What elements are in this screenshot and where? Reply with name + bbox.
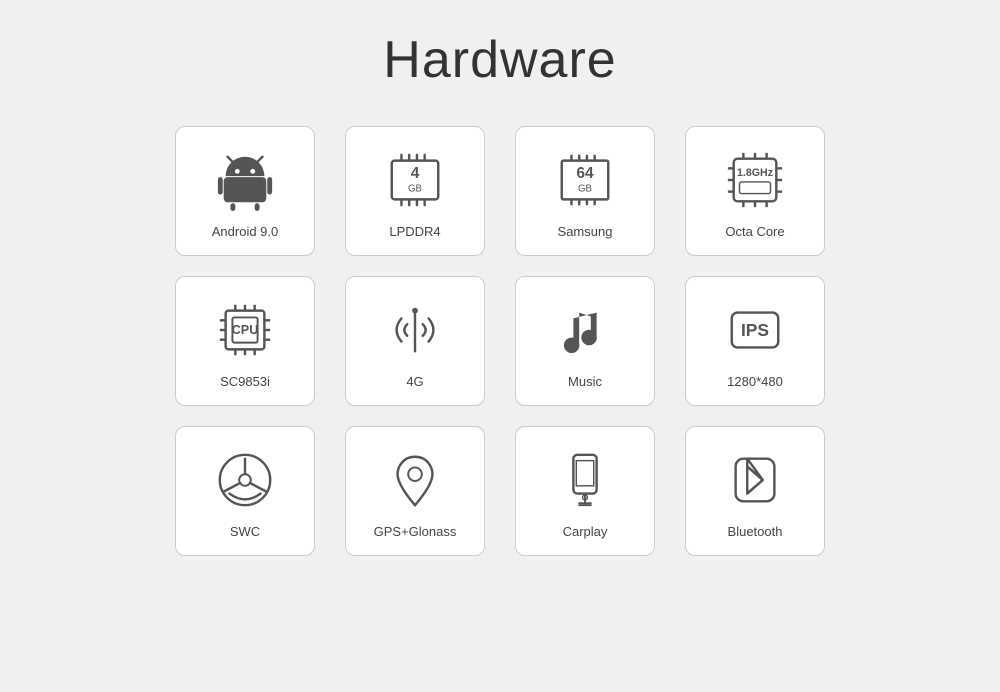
ram-icon: 4 GB (379, 144, 451, 216)
card-swc: SWC (175, 426, 315, 556)
page-container: Hardware (0, 0, 1000, 692)
octa-icon: 1.8GHz (719, 144, 791, 216)
page-title: Hardware (383, 30, 616, 90)
bluetooth-label: Bluetooth (728, 524, 783, 539)
music-icon (549, 294, 621, 366)
carplay-icon (549, 444, 621, 516)
cpu-icon: CPU (209, 294, 281, 366)
card-ips: IPS 1280*480 (685, 276, 825, 406)
gps-label: GPS+Glonass (374, 524, 457, 539)
octa-label: Octa Core (725, 224, 784, 239)
card-samsung: 64 GB Samsung (515, 126, 655, 256)
svg-text:GB: GB (408, 183, 422, 194)
svg-text:4: 4 (411, 165, 420, 182)
android-label: Android 9.0 (212, 224, 279, 239)
android-icon (209, 144, 281, 216)
signal-icon (379, 294, 451, 366)
gps-icon (379, 444, 451, 516)
swc-label: SWC (230, 524, 260, 539)
carplay-label: Carplay (563, 524, 608, 539)
card-sc9853i: CPU SC9853i (175, 276, 315, 406)
card-octa-core: 1.8GHz Octa Core (685, 126, 825, 256)
card-bluetooth: Bluetooth (685, 426, 825, 556)
svg-text:IPS: IPS (741, 319, 769, 339)
samsung-icon: 64 GB (549, 144, 621, 216)
4g-label: 4G (406, 374, 423, 389)
card-lpddr4: 4 GB LPDDR4 (345, 126, 485, 256)
card-4g: 4G (345, 276, 485, 406)
card-android: Android 9.0 (175, 126, 315, 256)
card-music: Music (515, 276, 655, 406)
svg-text:1.8GHz: 1.8GHz (737, 167, 773, 179)
svg-text:CPU: CPU (232, 322, 259, 336)
svg-text:GB: GB (578, 183, 592, 194)
card-gps: GPS+Glonass (345, 426, 485, 556)
card-carplay: Carplay (515, 426, 655, 556)
ips-icon: IPS (719, 294, 791, 366)
samsung-label: Samsung (558, 224, 613, 239)
lpddr4-label: LPDDR4 (389, 224, 440, 239)
ips-label: 1280*480 (727, 374, 783, 389)
music-label: Music (568, 374, 602, 389)
hardware-grid: Android 9.0 4 (175, 126, 825, 556)
svg-text:64: 64 (576, 165, 594, 182)
steering-icon (209, 444, 281, 516)
bluetooth-icon (719, 444, 791, 516)
sc9853i-label: SC9853i (220, 374, 270, 389)
